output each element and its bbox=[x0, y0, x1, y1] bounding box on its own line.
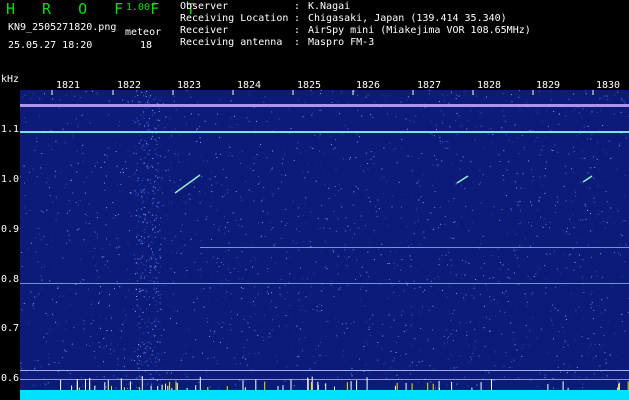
signal-baseline bbox=[20, 390, 629, 400]
faint-line bbox=[20, 379, 629, 380]
header-panel: H R O F F T 1.00f KN9_2505271820.png met… bbox=[0, 0, 629, 72]
file-name: KN9_2505271820.png bbox=[8, 22, 117, 33]
carrier-line bbox=[20, 131, 629, 133]
freq-label: 0.8 bbox=[1, 274, 20, 285]
faint-line bbox=[20, 370, 629, 371]
info-row-antenna: Receiving antenna: Maspro FM-3 bbox=[180, 37, 375, 48]
carrier-line-top bbox=[20, 104, 629, 107]
faint-line bbox=[20, 283, 629, 284]
info-row-observer: Observer: K.Nagai bbox=[180, 1, 351, 12]
faint-line bbox=[200, 247, 629, 248]
info-row-location: Receiving Location: Chigasaki, Japan (139… bbox=[180, 13, 507, 24]
freq-label: 0.7 bbox=[1, 323, 20, 334]
freq-label: 0.6 bbox=[1, 373, 20, 384]
station-info: Observer: K.Nagai Receiving Location: Chig… bbox=[180, 1, 531, 49]
freq-label: 0.9 bbox=[1, 224, 20, 235]
freq-label: 1.0 bbox=[1, 174, 20, 185]
spectrogram bbox=[20, 90, 629, 400]
meteor-count: 18 bbox=[140, 40, 153, 51]
app-title: H R O F F T bbox=[6, 0, 205, 18]
freq-unit-label: kHz bbox=[1, 74, 20, 85]
version-label: 1.00f bbox=[126, 2, 157, 13]
info-row-receiver: Receiver: AirSpy mini (Miakejima VOR 108.… bbox=[180, 25, 531, 36]
datetime-label: 25.05.27 18:20 bbox=[8, 40, 93, 51]
meteor-label: meteor bbox=[125, 27, 162, 38]
freq-label: 1.1 bbox=[1, 124, 20, 135]
